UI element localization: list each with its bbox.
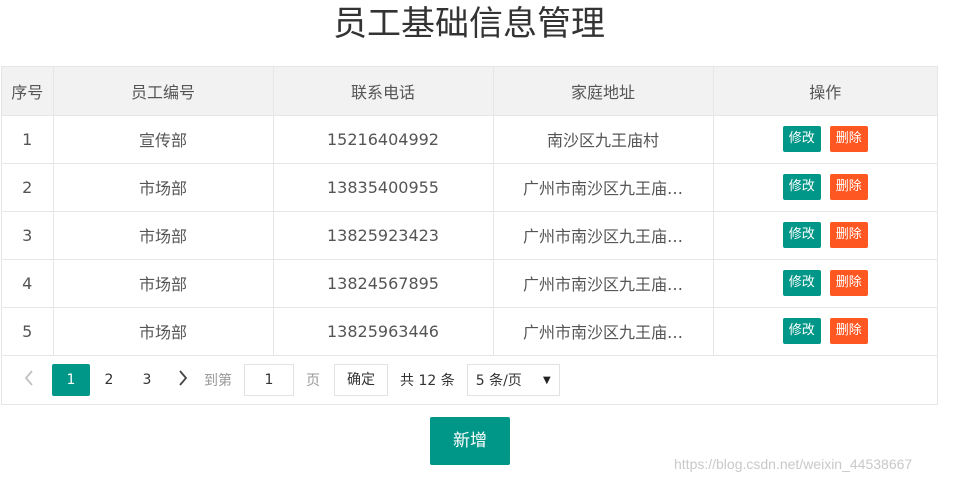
watermark: https://blog.csdn.net/weixin_44538667 <box>674 456 913 472</box>
cell-employee-number: 市场部 <box>53 211 274 260</box>
header-employee-number[interactable]: 员工编号 <box>53 67 274 116</box>
table-header-row: 序号 员工编号 联系电话 家庭地址 操作 <box>2 67 937 116</box>
cell-employee-number: 市场部 <box>53 307 274 356</box>
cell-actions: 修改 删除 <box>713 307 937 356</box>
delete-button[interactable]: 删除 <box>829 318 868 344</box>
cell-phone: 13824567895 <box>273 259 494 308</box>
delete-button[interactable]: 删除 <box>829 174 868 200</box>
total-count: 共 12 条 <box>400 373 455 389</box>
page-1-button[interactable]: 1 <box>52 364 90 396</box>
cell-employee-number: 市场部 <box>53 259 274 308</box>
edit-button[interactable]: 修改 <box>782 222 821 248</box>
cell-actions: 修改 删除 <box>713 211 937 260</box>
delete-button[interactable]: 删除 <box>829 126 868 152</box>
cell-actions: 修改 删除 <box>713 163 937 212</box>
cell-index: 1 <box>2 115 54 164</box>
chevron-left-icon[interactable] <box>18 369 40 391</box>
header-actions: 操作 <box>713 67 937 116</box>
cell-address: 南沙区九王庙村 <box>493 115 714 164</box>
page-size-value: 5 条/页 <box>475 373 522 389</box>
cell-index: 3 <box>2 211 54 260</box>
edit-button[interactable]: 修改 <box>782 126 821 152</box>
cell-phone: 13825963446 <box>273 307 494 356</box>
cell-actions: 修改 删除 <box>713 259 937 308</box>
cell-address: 广州市南沙区九王庙… <box>493 211 714 260</box>
cell-phone: 13835400955 <box>273 163 494 212</box>
page-size-select[interactable]: 5 条/页 ▼ <box>466 364 560 396</box>
chevron-right-icon[interactable] <box>172 369 194 391</box>
page-3-button[interactable]: 3 <box>128 364 166 396</box>
pagination: 1 2 3 到第 1 页 确定 共 12 条 5 条/页 ▼ <box>2 355 937 405</box>
header-index[interactable]: 序号 <box>2 67 54 116</box>
cell-employee-number: 市场部 <box>53 163 274 212</box>
cell-phone: 15216404992 <box>273 115 494 164</box>
cell-address: 广州市南沙区九王庙… <box>493 163 714 212</box>
caret-down-icon: ▼ <box>543 374 551 386</box>
cell-phone: 13825923423 <box>273 211 494 260</box>
cell-actions: 修改 删除 <box>713 115 937 164</box>
cell-index: 2 <box>2 163 54 212</box>
add-button[interactable]: 新增 <box>430 417 510 465</box>
page-2-button[interactable]: 2 <box>90 364 128 396</box>
header-address[interactable]: 家庭地址 <box>493 67 714 116</box>
table-row: 5 市场部 13825963446 广州市南沙区九王庙… 修改 删除 <box>2 307 937 356</box>
table-row: 3 市场部 13825923423 广州市南沙区九王庙… 修改 删除 <box>2 211 937 260</box>
cell-index: 4 <box>2 259 54 308</box>
cell-employee-number: 宣传部 <box>53 115 274 164</box>
employee-table-panel: 序号 员工编号 联系电话 家庭地址 操作 1 宣传部 15216404992 南… <box>1 66 938 405</box>
edit-button[interactable]: 修改 <box>782 270 821 296</box>
goto-page-input[interactable]: 1 <box>244 364 294 396</box>
delete-button[interactable]: 删除 <box>829 270 868 296</box>
delete-button[interactable]: 删除 <box>829 222 868 248</box>
cell-address: 广州市南沙区九王庙… <box>493 259 714 308</box>
page-suffix-label: 页 <box>306 373 320 389</box>
goto-label: 到第 <box>204 373 232 389</box>
edit-button[interactable]: 修改 <box>782 318 821 344</box>
employee-table: 序号 员工编号 联系电话 家庭地址 操作 1 宣传部 15216404992 南… <box>2 67 937 356</box>
cell-index: 5 <box>2 307 54 356</box>
header-phone[interactable]: 联系电话 <box>273 67 494 116</box>
edit-button[interactable]: 修改 <box>782 174 821 200</box>
goto-confirm-button[interactable]: 确定 <box>334 364 388 396</box>
table-row: 1 宣传部 15216404992 南沙区九王庙村 修改 删除 <box>2 115 937 164</box>
page-title: 员工基础信息管理 <box>333 4 605 44</box>
table-row: 4 市场部 13824567895 广州市南沙区九王庙… 修改 删除 <box>2 259 937 308</box>
table-row: 2 市场部 13835400955 广州市南沙区九王庙… 修改 删除 <box>2 163 937 212</box>
cell-address: 广州市南沙区九王庙… <box>493 307 714 356</box>
